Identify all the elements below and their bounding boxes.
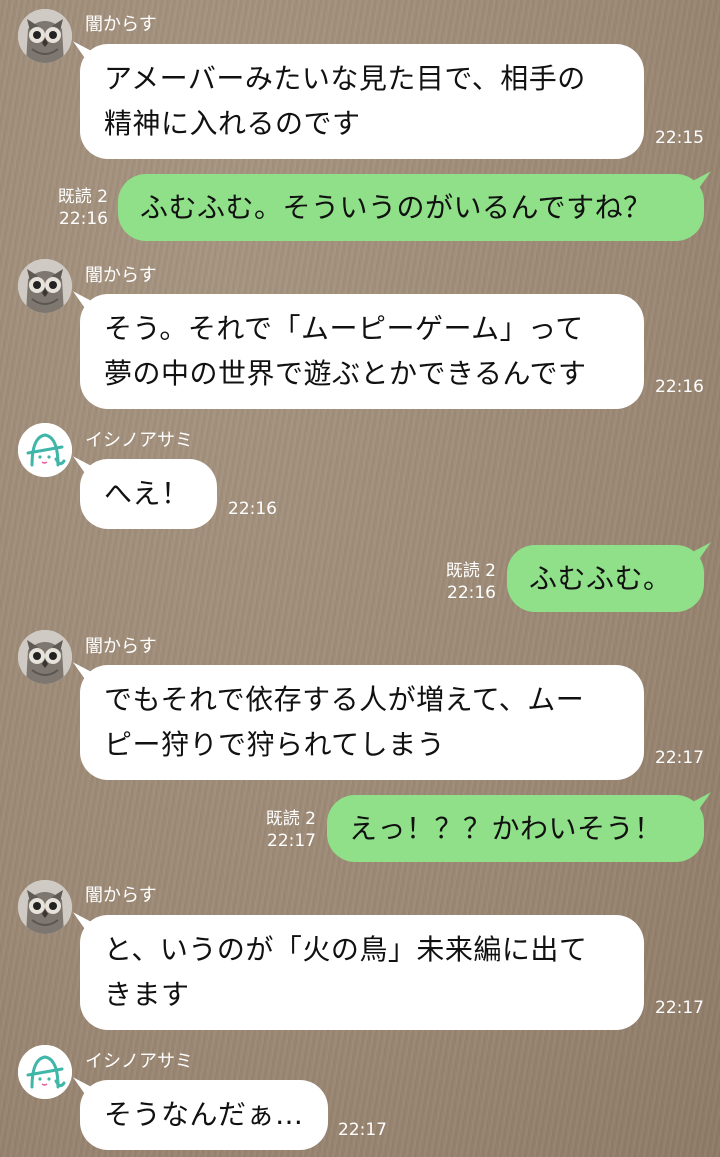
message-time: 22:16 — [228, 499, 277, 519]
message-bubble[interactable]: ふむふむ。 — [507, 545, 704, 612]
message-bubble[interactable]: そう。それで「ムーピーゲーム」って 夢の中の世界で遊ぶとかできるんです — [80, 294, 644, 409]
message-time: 22:17 — [655, 748, 704, 768]
message-bubble[interactable]: アメーバーみたいな見た目で、相手の 精神に入れるのです — [80, 44, 644, 159]
ghost-a-avatar-icon[interactable] — [18, 423, 72, 477]
sender-name: 闇からす — [85, 265, 157, 286]
message-line: ピー狩りで狩られてしまう — [104, 728, 446, 761]
message-meta: 既読 2 22:17 — [238, 808, 316, 852]
message-bubble[interactable]: ふむふむ。そういうのがいるんですね？ — [118, 174, 704, 241]
sender-name: 闇からす — [85, 636, 157, 657]
message-time: 22:16 — [447, 583, 496, 603]
message-bubble[interactable]: えっ！？？かわいそう！ — [327, 795, 704, 862]
message-time: 22:17 — [338, 1120, 387, 1140]
read-receipt: 既読 2 — [265, 809, 316, 829]
message-bubble[interactable]: でもそれで依存する人が増えて、ムー ピー狩りで狩られてしまう — [80, 665, 644, 780]
message-time: 22:15 — [655, 128, 704, 148]
message-line: そうなんだぁ… — [104, 1098, 304, 1131]
message-line: と、いうのが「火の鳥」未来編に出て — [104, 933, 588, 966]
message-line: えっ！？？かわいそう！ — [349, 812, 663, 845]
message-time: 22:17 — [267, 831, 316, 851]
message-time: 22:17 — [655, 998, 704, 1018]
message-line: ふむふむ。そういうのがいるんですね？ — [140, 191, 652, 224]
message-bubble[interactable]: そうなんだぁ… — [80, 1080, 328, 1150]
sender-name: 闇からす — [85, 14, 157, 35]
sender-name: イシノアサミ — [85, 1051, 193, 1072]
message-line: 精神に入れるのです — [104, 107, 361, 140]
message-line: 夢の中の世界で遊ぶとかできるんです — [104, 357, 587, 390]
message-line: へえ！ — [104, 477, 190, 510]
message-bubble[interactable]: へえ！ — [80, 459, 217, 529]
message-meta: 既読 2 22:16 — [418, 560, 496, 604]
owl-avatar-icon[interactable] — [18, 630, 72, 684]
message-line: きます — [104, 978, 190, 1011]
read-receipt: 既読 2 — [445, 561, 496, 581]
message-time: 22:16 — [655, 377, 704, 397]
sender-name: イシノアサミ — [85, 430, 193, 451]
chat-view: 闇からす アメーバーみたいな見た目で、相手の 精神に入れるのです 22:15 既… — [0, 0, 720, 1157]
message-line: ふむふむ。 — [529, 562, 672, 595]
message-meta: 既読 2 22:16 — [30, 186, 108, 230]
sender-name: 闇からす — [85, 885, 157, 906]
ghost-a-avatar-icon[interactable] — [18, 1045, 72, 1099]
message-line: でもそれで依存する人が増えて、ムー — [104, 683, 585, 716]
message-bubble[interactable]: と、いうのが「火の鳥」未来編に出て きます — [80, 915, 644, 1030]
message-time: 22:16 — [59, 209, 108, 229]
message-line: そう。それで「ムーピーゲーム」って — [104, 312, 584, 345]
owl-avatar-icon[interactable] — [18, 880, 72, 934]
message-line: アメーバーみたいな見た目で、相手の — [104, 62, 586, 95]
read-receipt: 既読 2 — [57, 187, 108, 207]
owl-avatar-icon[interactable] — [18, 259, 72, 313]
owl-avatar-icon[interactable] — [18, 9, 72, 63]
